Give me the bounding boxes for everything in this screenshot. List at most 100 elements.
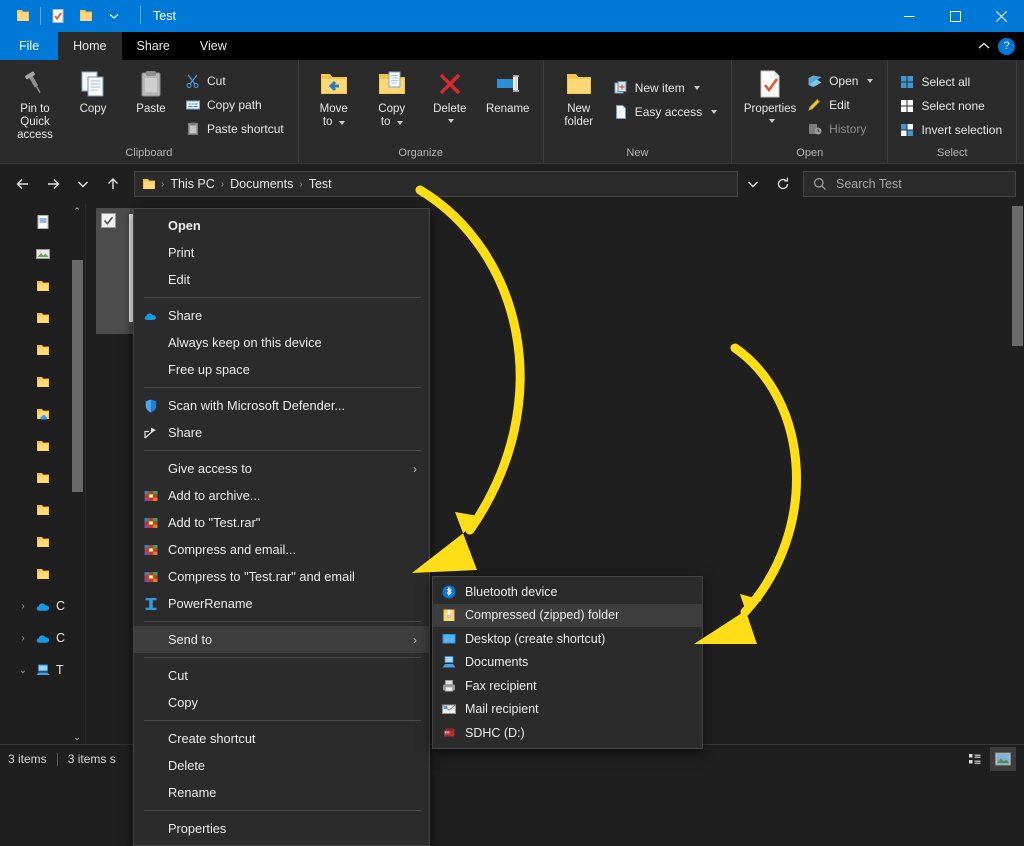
rename-button[interactable]: Rename — [479, 64, 537, 120]
ribbon-group-select: Select all Select none Invert selection … — [888, 60, 1018, 163]
paste-shortcut-button[interactable]: Paste shortcut — [182, 117, 290, 141]
address-history-button[interactable] — [738, 169, 768, 199]
easy-access-button[interactable]: Easy access — [610, 100, 723, 124]
edit-button[interactable]: Edit — [804, 93, 879, 117]
close-button[interactable] — [978, 0, 1024, 32]
context-menu-item-print[interactable]: Print — [134, 239, 429, 266]
send-to-submenu[interactable]: Bluetooth device Compressed (zipped) fol… — [432, 576, 703, 749]
history-button[interactable]: History — [804, 117, 879, 141]
maximize-button[interactable] — [932, 0, 978, 32]
file-pane-scrollbar[interactable] — [1011, 204, 1024, 744]
minimize-button[interactable] — [886, 0, 932, 32]
submenu-item-desktop-create-shortcut[interactable]: Desktop (create shortcut) — [433, 627, 702, 651]
breadcrumb[interactable]: › This PC › Documents › Test — [134, 171, 738, 197]
properties-chevron-down-icon[interactable] — [768, 119, 775, 123]
qat-new-folder-icon[interactable] — [72, 2, 100, 30]
select-none-button[interactable]: Select none — [896, 94, 1008, 118]
properties-button[interactable]: Properties — [738, 64, 802, 127]
search-input[interactable]: Search Test — [803, 171, 1016, 197]
submenu-item-sdhc-drive[interactable]: SDHC (D:) — [433, 721, 702, 745]
file-selection-checkbox[interactable] — [101, 213, 116, 228]
nav-pane-scrollbar[interactable]: ⌃ ⌄ — [71, 204, 83, 744]
nav-item-label: T — [56, 663, 64, 677]
qat-properties-icon[interactable] — [44, 2, 72, 30]
submenu-item-fax-recipient[interactable]: Fax recipient — [433, 674, 702, 698]
paste-button[interactable]: Paste — [122, 64, 180, 120]
forward-button[interactable] — [38, 169, 68, 199]
select-all-button[interactable]: Select all — [896, 70, 1008, 94]
submenu-item-documents[interactable]: Documents — [433, 651, 702, 675]
recent-locations-button[interactable] — [68, 169, 98, 199]
copy-to-chevron-down-icon[interactable] — [396, 121, 403, 125]
context-menu-item-send-to[interactable]: Send to › — [134, 626, 429, 653]
folder-icon — [37, 537, 49, 547]
copy-to-button[interactable]: Copy to — [363, 64, 421, 133]
copy-path-button[interactable]: Copy path — [182, 93, 290, 117]
context-menu-item-powerrename[interactable]: PowerRename — [134, 590, 429, 617]
nav-scroll-up-arrow-icon[interactable]: ⌃ — [71, 204, 83, 218]
nav-expand-chevron-right-icon[interactable]: › — [16, 601, 30, 612]
up-button[interactable] — [98, 169, 128, 199]
new-item-chevron-down-icon[interactable] — [693, 86, 700, 90]
delete-button[interactable]: Delete — [421, 64, 479, 127]
thumbnails-view-button[interactable] — [990, 747, 1016, 771]
context-menu-item-add-to-test-rar[interactable]: Add to "Test.rar" — [134, 509, 429, 536]
context-menu[interactable]: Open Print Edit Share Always keep on thi… — [133, 208, 430, 846]
context-menu-item-rename[interactable]: Rename — [134, 779, 429, 806]
refresh-button[interactable] — [768, 169, 798, 199]
context-menu-item-free-up-space[interactable]: Free up space — [134, 356, 429, 383]
context-menu-item-edit[interactable]: Edit — [134, 266, 429, 293]
powerrename-icon — [134, 596, 168, 612]
breadcrumb-item-this-pc[interactable]: This PC — [165, 177, 219, 191]
context-menu-item-add-to-archive[interactable]: Add to archive... — [134, 482, 429, 509]
context-menu-item-share-onedrive[interactable]: Share — [134, 302, 429, 329]
delete-chevron-down-icon[interactable] — [448, 119, 455, 123]
tab-share[interactable]: Share — [122, 32, 185, 60]
context-menu-item-copy[interactable]: Copy — [134, 689, 429, 716]
context-menu-item-cut[interactable]: Cut — [134, 662, 429, 689]
context-menu-item-always-keep-on-this-device[interactable]: Always keep on this device — [134, 329, 429, 356]
nav-scroll-down-arrow-icon[interactable]: ⌄ — [71, 730, 83, 744]
qat-dropdown-chevron-down-icon[interactable] — [100, 2, 128, 30]
breadcrumb-item-test[interactable]: Test — [304, 177, 337, 191]
new-folder-button[interactable]: New folder — [550, 64, 608, 133]
submenu-item-bluetooth-device[interactable]: Bluetooth device — [433, 580, 702, 604]
tab-view[interactable]: View — [185, 32, 242, 60]
pin-to-quick-access-button[interactable]: Pin to Quick access — [6, 64, 64, 146]
copy-button[interactable]: Copy — [64, 64, 122, 120]
move-to-button[interactable]: Move to — [305, 64, 363, 133]
easy-access-chevron-down-icon[interactable] — [711, 110, 718, 114]
cut-button[interactable]: Cut — [182, 69, 290, 93]
context-menu-item-open[interactable]: Open — [134, 212, 429, 239]
qat-folder-icon[interactable] — [9, 2, 37, 30]
nav-collapse-chevron-down-icon[interactable]: ⌄ — [16, 665, 30, 676]
context-menu-item-properties[interactable]: Properties — [134, 815, 429, 842]
new-item-button[interactable]: New item — [610, 76, 723, 100]
breadcrumb-item-documents[interactable]: Documents — [225, 177, 298, 191]
submenu-item-mail-recipient[interactable]: Mail recipient — [433, 698, 702, 722]
move-to-chevron-down-icon[interactable] — [338, 121, 345, 125]
invert-selection-button[interactable]: Invert selection — [896, 118, 1008, 142]
context-menu-item-give-access-to[interactable]: Give access to › — [134, 455, 429, 482]
tab-file[interactable]: File — [0, 32, 59, 60]
context-menu-item-scan-with-microsoft-defender[interactable]: Scan with Microsoft Defender... — [134, 392, 429, 419]
tab-home[interactable]: Home — [58, 32, 122, 60]
ribbon-collapse-chevron-up-icon[interactable] — [976, 38, 992, 54]
context-menu-item-share[interactable]: Share — [134, 419, 429, 446]
nav-scrollbar-thumb[interactable] — [72, 260, 83, 492]
submenu-item-compressed-zipped-folder[interactable]: Compressed (zipped) folder — [433, 603, 702, 627]
context-menu-item-delete[interactable]: Delete — [134, 752, 429, 779]
open-chevron-down-icon[interactable] — [867, 79, 874, 83]
nav-expand-chevron-right-icon[interactable]: › — [16, 633, 30, 644]
search-icon — [812, 176, 828, 192]
context-menu-label: Scan with Microsoft Defender... — [168, 398, 346, 413]
help-button[interactable]: ? — [998, 37, 1015, 55]
context-menu-item-compress-and-email[interactable]: Compress and email... — [134, 536, 429, 563]
context-menu-item-compress-to-test-rar-and-email[interactable]: Compress to "Test.rar" and email — [134, 563, 429, 590]
context-menu-item-create-shortcut[interactable]: Create shortcut — [134, 725, 429, 752]
open-button[interactable]: Open — [804, 69, 879, 93]
details-view-button[interactable] — [962, 747, 988, 771]
back-button[interactable] — [8, 169, 38, 199]
file-scrollbar-thumb[interactable] — [1012, 206, 1023, 346]
submenu-chevron-right-icon: › — [413, 461, 417, 476]
